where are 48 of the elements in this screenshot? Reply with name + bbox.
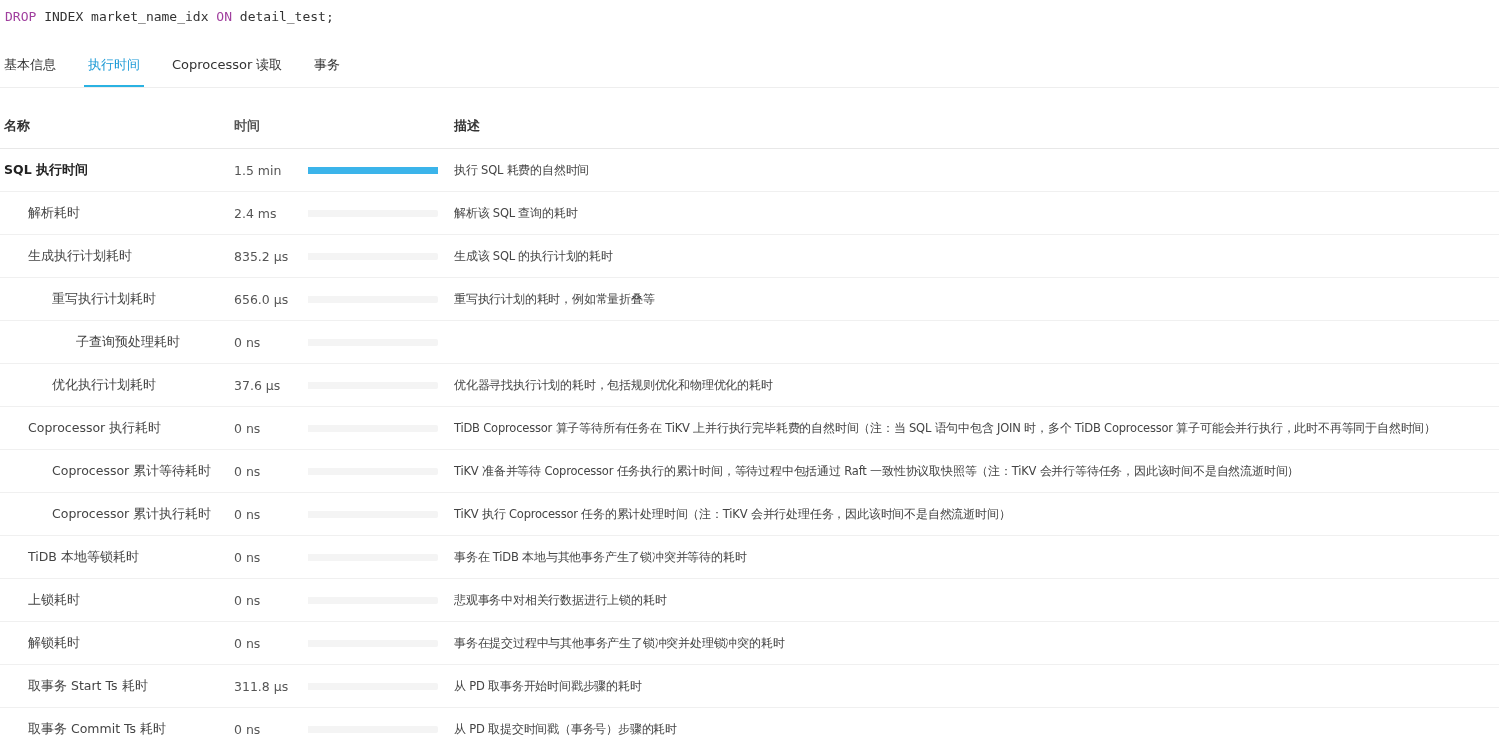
table-cell: 悲观事务中对相关行数据进行上锁的耗时 [454,592,667,607]
column-header: 名称 [3,117,31,135]
table-cell: 从 PD 取提交时间戳（事务号）步骤的耗时 [454,721,677,736]
table-cell-text: TiDB 本地等锁耗时 [27,548,139,564]
table-cell-text: 重写执行计划耗时 [51,290,156,306]
table-cell: 生成该 SQL 的执行计划的耗时 [454,248,613,263]
tab[interactable]: 基本信息 [0,44,60,87]
table-cell: SQL 执行时间 [4,161,88,177]
table-cell-text: 656.0 µs [234,291,290,307]
table-cell-text: 0 ns [234,549,262,565]
table-cell: 优化器寻找执行计划的耗时，包括规则优化和物理优化的耗时 [454,377,773,392]
table-cell-text: 解析耗时 [27,204,80,220]
table-cell-text: Coprocessor 执行耗时 [27,419,162,435]
table-cell: 重写执行计划的耗时，例如常量折叠等 [454,291,655,306]
table-cell-text: 取事务 Commit Ts 耗时 [27,720,167,736]
column-header: 描述 [454,117,481,135]
table-cell: 从 PD 取事务开始时间戳步骤的耗时 [454,678,642,693]
table-cell-text: 生成执行计划耗时 [27,247,132,263]
table-cell: 事务在 TiDB 本地与其他事务产生了锁冲突并等待的耗时 [454,549,747,564]
table-cell-text: Coprocessor 累计等待耗时 [51,462,212,478]
table-cell-text: 37.6 µs [234,377,282,393]
table-cell-text: 子查询预处理耗时 [75,333,180,349]
table-cell-text: 0 ns [234,334,262,350]
table-cell: 执行 SQL 耗费的自然时间 [454,162,590,177]
column-header: 时间 [234,117,261,135]
table-cell: TiDB Coprocessor 算子等待所有任务在 TiKV 上并行执行完毕耗费的自然时间（注：当 SQL 语句中包含 JOIN 时，多个 TiDB Coprocessor 算子可能会并行执行，此时不再等同于自然时间） [454,420,1436,435]
table-cell-text: 311.8 µs [234,678,290,694]
table-cell-text: 0 ns [234,592,262,608]
table-cell-text: 0 ns [234,463,262,479]
table-cell-text: 835.2 µs [234,248,290,264]
table-cell-text: 上锁耗时 [27,591,80,607]
tab[interactable]: Coprocessor 读取 [168,44,287,87]
table-cell-text: 0 ns [234,721,262,737]
table-cell-text: 解锁耗时 [27,634,80,650]
table-cell-text: 1.5 min [234,162,283,178]
table-cell-text: 0 ns [234,506,262,522]
tab[interactable]: 事务 [310,44,345,87]
table-cell-text: Coprocessor 累计执行耗时 [51,505,212,521]
table-cell-text: 优化执行计划耗时 [51,376,156,392]
table-cell: 解析该 SQL 查询的耗时 [454,205,578,220]
table-cell-text: 0 ns [234,635,262,651]
table-cell-text: 2.4 ms [234,205,278,221]
table-cell-text: 0 ns [234,420,262,436]
table-cell: TiKV 准备并等待 Coprocessor 任务执行的累计时间，等待过程中包括通过 Raft 一致性协议取快照等（注：TiKV 会并行等待任务，因此该时间不是自然流逝时间） [454,463,1300,478]
table-cell: 事务在提交过程中与其他事务产生了锁冲突并处理锁冲突的耗时 [454,635,785,650]
table-cell-text: 取事务 Start Ts 耗时 [27,677,148,693]
sql-code: DROP INDEX market_name_idx ON detail_test; [4,8,335,26]
table-cell: TiKV 执行 Coprocessor 任务的累计处理时间（注：TiKV 会并行处理任务，因此该时间不是自然流逝时间） [454,506,1011,521]
